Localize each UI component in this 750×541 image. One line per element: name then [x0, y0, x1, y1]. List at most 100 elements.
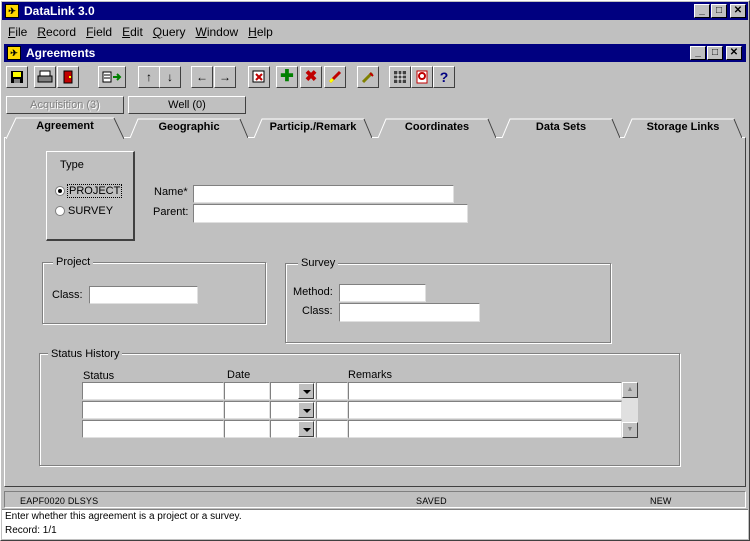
scroll-up-icon[interactable]: ▲	[622, 382, 638, 398]
chevron-down-icon[interactable]	[298, 383, 314, 399]
menu-window[interactable]: Window	[191, 22, 242, 42]
insert-record-icon[interactable]: ✚	[276, 66, 298, 88]
acquisition-button[interactable]: Acquisition (3)	[6, 96, 124, 114]
survey-class-label: Class:	[302, 305, 333, 317]
menu-help[interactable]: Help	[244, 22, 277, 42]
tab-data-sets-label: Data Sets	[535, 121, 587, 133]
record-line: Record: 1/1	[2, 524, 748, 539]
column-remarks: Remarks	[348, 369, 393, 381]
grid-icon[interactable]	[389, 66, 411, 88]
maximize-icon[interactable]: □	[711, 4, 727, 18]
edit-icon[interactable]	[357, 66, 379, 88]
menu-file[interactable]: File	[4, 22, 31, 42]
tab-agreement[interactable]: Agreement	[6, 117, 124, 139]
date-cell[interactable]	[224, 401, 270, 419]
status-cell[interactable]	[82, 401, 224, 419]
status-cell[interactable]	[82, 420, 224, 438]
status-saved: SAVED	[416, 496, 447, 506]
parent-input[interactable]	[193, 204, 468, 223]
hint-text: Enter whether this agreement is a projec…	[5, 511, 242, 522]
status-history-label: Status History	[48, 348, 123, 360]
tab-data-sets[interactable]: Data Sets	[502, 118, 620, 138]
arrow-right-icon[interactable]: →	[214, 66, 236, 88]
column-status: Status	[83, 370, 115, 382]
name-input[interactable]	[193, 185, 454, 203]
survey-class-input[interactable]	[339, 303, 480, 322]
scroll-down-icon[interactable]: ▼	[622, 422, 638, 438]
tab-storage-links-label: Storage Links	[646, 121, 720, 133]
save-icon[interactable]	[6, 66, 28, 88]
arrow-left-icon[interactable]: ←	[191, 66, 213, 88]
message-line: Enter whether this agreement is a projec…	[2, 509, 748, 524]
tab-coordinates-label: Coordinates	[404, 121, 470, 133]
survey-method-input[interactable]	[339, 284, 426, 302]
parent-label: Parent:	[153, 206, 189, 218]
name-label: Name*	[154, 186, 188, 198]
chevron-down-icon[interactable]	[298, 421, 314, 437]
arrow-down-icon[interactable]: ↓	[159, 66, 181, 88]
date-extra-cell[interactable]	[316, 420, 348, 438]
app-title-bar[interactable]: ✈ DataLink 3.0 _ □ ✕	[2, 2, 748, 20]
window-minimize-icon[interactable]: _	[690, 46, 706, 60]
arrow-up-icon[interactable]: ↑	[138, 66, 160, 88]
date-extra-cell[interactable]	[316, 382, 348, 400]
status-form-name: EAPF0020 DLSYS	[20, 496, 99, 506]
menu-bar: File Record Field Edit Query Window Help	[2, 22, 748, 42]
exit-door-icon[interactable]	[57, 66, 79, 88]
tab-coordinates[interactable]: Coordinates	[378, 118, 496, 138]
close-icon[interactable]: ✕	[730, 4, 746, 18]
menu-record[interactable]: Record	[33, 22, 80, 42]
tab-particip-remark[interactable]: Particip./Remark	[254, 118, 372, 138]
tab-storage-links[interactable]: Storage Links	[624, 118, 742, 138]
tab-geographic-label: Geographic	[158, 121, 220, 133]
status-mode: NEW	[650, 496, 672, 506]
type-group-label: Type	[60, 159, 84, 171]
menu-edit[interactable]: Edit	[118, 22, 147, 42]
remarks-cell[interactable]	[348, 401, 622, 419]
delete-record-icon[interactable]: ✖	[300, 66, 322, 88]
radio-survey-label: SURVEY	[68, 205, 114, 217]
date-cell[interactable]	[224, 420, 270, 438]
app-title: DataLink 3.0	[24, 4, 95, 18]
well-button-label: Well (0)	[168, 99, 206, 111]
remarks-cell[interactable]	[348, 420, 622, 438]
radio-project-label: PROJECT	[67, 184, 123, 198]
status-cell[interactable]	[82, 382, 224, 400]
tab-particip-remark-label: Particip./Remark	[269, 121, 357, 133]
list-values-icon[interactable]	[98, 66, 126, 88]
status-bar	[4, 491, 746, 508]
window-close-icon[interactable]: ✕	[726, 46, 742, 60]
menu-field[interactable]: Field	[82, 22, 116, 42]
date-cell[interactable]	[224, 382, 270, 400]
radio-survey[interactable]: SURVEY	[55, 204, 120, 218]
minimize-icon[interactable]: _	[694, 4, 710, 18]
status-history-scrollbar[interactable]: ▲ ▼	[622, 382, 638, 438]
remarks-cell[interactable]	[348, 382, 622, 400]
tab-agreement-label: Agreement	[36, 120, 94, 132]
radio-project-indicator[interactable]	[55, 186, 65, 196]
window-title: Agreements	[26, 46, 96, 60]
column-date: Date	[227, 369, 251, 381]
survey-method-label: Method:	[293, 286, 333, 298]
help-icon[interactable]: ?	[433, 66, 455, 88]
well-button[interactable]: Well (0)	[128, 96, 246, 114]
window-maximize-icon[interactable]: □	[707, 46, 723, 60]
print-icon[interactable]	[34, 66, 56, 88]
window-title-bar[interactable]: ✈ Agreements _ □ ✕	[4, 44, 746, 62]
enter-query-icon[interactable]	[248, 66, 270, 88]
chevron-down-icon[interactable]	[298, 402, 314, 418]
datalink-app-icon: ✈	[5, 4, 19, 18]
window-icon: ✈	[7, 46, 21, 60]
acquisition-button-label: Acquisition (3)	[30, 99, 100, 111]
clear-icon[interactable]	[324, 66, 346, 88]
project-class-label: Class:	[52, 289, 83, 301]
project-class-input[interactable]	[89, 286, 198, 304]
radio-project[interactable]: PROJECT	[55, 184, 123, 198]
radio-survey-indicator[interactable]	[55, 206, 65, 216]
lookup-icon[interactable]	[411, 66, 433, 88]
record-counter: Record: 1/1	[5, 525, 57, 536]
survey-group-label: Survey	[298, 257, 339, 269]
tab-geographic[interactable]: Geographic	[130, 118, 248, 138]
date-extra-cell[interactable]	[316, 401, 348, 419]
menu-query[interactable]: Query	[149, 22, 190, 42]
